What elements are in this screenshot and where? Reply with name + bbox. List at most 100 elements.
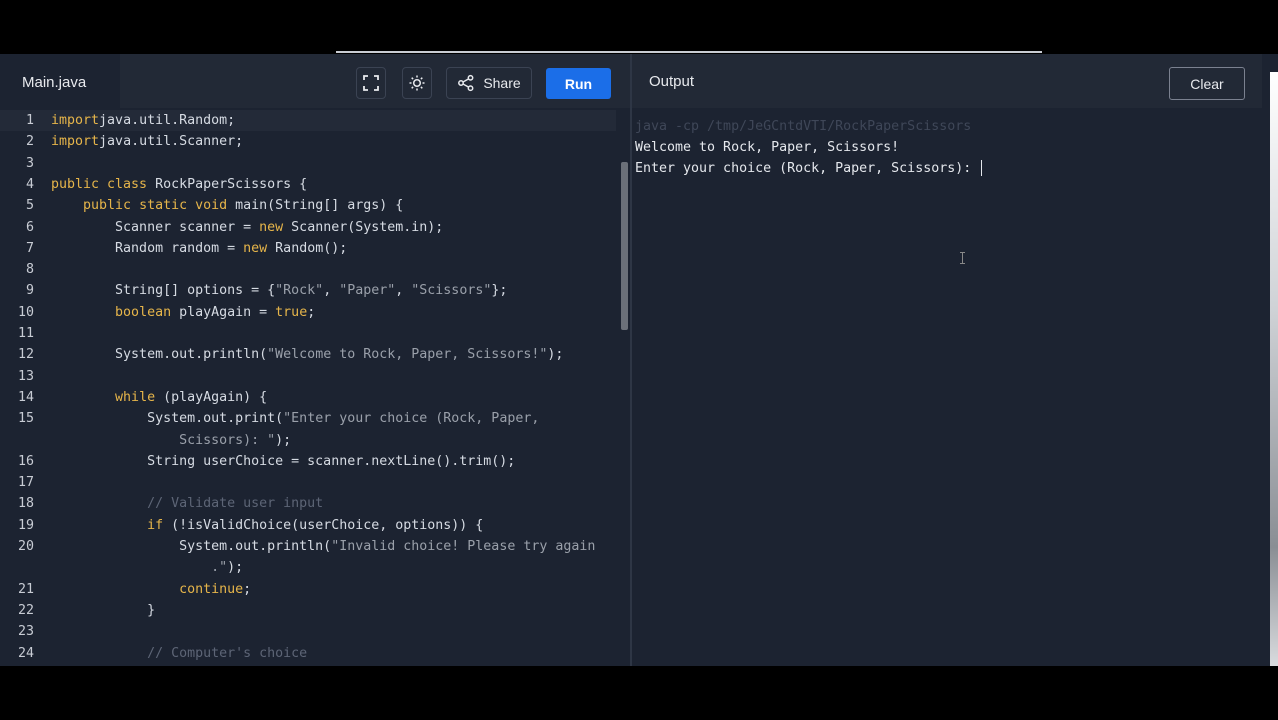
code-line[interactable]: 16 String userChoice = scanner.nextLine(… [0, 451, 616, 472]
keyword-token: public static void [83, 198, 228, 214]
share-button[interactable]: Share [446, 67, 532, 99]
line-number: 8 [25, 262, 34, 278]
code-text: continue; [51, 579, 251, 600]
code-line[interactable]: 20 System.out.println("Invalid choice! P… [0, 536, 616, 557]
keyword-token: new [243, 240, 268, 256]
code-text: System.out.print("Enter your choice (Roc… [51, 408, 539, 429]
code-line[interactable]: 7 Random random = new Random(); [0, 238, 616, 259]
text-caret [981, 160, 983, 176]
line-number: 14 [17, 389, 34, 405]
code-line[interactable]: 5 public static void main(String[] args)… [0, 195, 616, 216]
code-token: ; [307, 304, 316, 320]
code-line[interactable]: 1 importjava.util.Random; [0, 110, 616, 131]
keyword-token: continue [179, 581, 244, 597]
string-token: ." [51, 560, 228, 576]
code-text: } [51, 600, 155, 621]
theme-toggle-button[interactable] [402, 67, 432, 99]
code-text: Random random = new Random(); [51, 238, 347, 259]
clear-button[interactable]: Clear [1169, 67, 1245, 100]
code-line[interactable]: 9 String[] options = {"Rock", "Paper", "… [0, 280, 616, 301]
code-line[interactable]: 18 // Validate user input [0, 493, 616, 514]
keyword-token: public class [51, 176, 148, 192]
editor-scrollbar-thumb[interactable] [621, 162, 628, 330]
code-token: String userChoice = scanner.nextLine().t… [51, 453, 516, 469]
code-editor[interactable]: 1 importjava.util.Random; 2 importjava.util… [0, 108, 630, 666]
code-token: java.util.Scanner; [99, 134, 244, 150]
code-token: ; [243, 581, 252, 597]
code-line[interactable]: 11 [0, 323, 616, 344]
code-line[interactable]: 10 boolean playAgain = true; [0, 302, 616, 323]
output-text: Enter your choice (Rock, Paper, Scissors… [635, 161, 980, 176]
tab-main-java[interactable]: Main.java [0, 54, 120, 108]
code-line[interactable]: 15 System.out.print("Enter your choice (… [0, 408, 616, 429]
code-line[interactable]: 24 // Computer's choice [0, 643, 616, 664]
code-line[interactable]: 14 while (playAgain) { [0, 387, 616, 408]
line-number: 10 [17, 304, 34, 320]
code-line[interactable]: 8 [0, 259, 616, 280]
code-line[interactable]: 23 [0, 621, 616, 642]
code-text: public static void main(String[] args) { [51, 195, 403, 216]
code-line[interactable]: 19 if (!isValidChoice(userChoice, option… [0, 515, 616, 536]
line-number: 5 [25, 198, 34, 214]
code-line[interactable]: Scissors): "); [0, 430, 616, 451]
line-number: 15 [17, 411, 34, 427]
code-line[interactable]: 2 importjava.util.Scanner; [0, 131, 616, 152]
keyword-token: while [115, 389, 156, 405]
line-number: 17 [17, 475, 34, 491]
code-text: while (playAgain) { [51, 387, 267, 408]
top-black-bar [0, 0, 1278, 54]
editor-scrollbar[interactable] [620, 108, 629, 666]
line-number: 12 [17, 347, 34, 363]
fullscreen-button[interactable] [356, 67, 386, 99]
code-text: String userChoice = scanner.nextLine().t… [51, 451, 515, 472]
code-line[interactable]: 21 continue; [0, 579, 616, 600]
keyword-token: if [147, 517, 164, 533]
code-line[interactable]: 17 [0, 472, 616, 493]
string-token: "Paper" [339, 283, 396, 299]
code-token: System.out.print( [51, 411, 284, 427]
output-line: Welcome to Rock, Paper, Scissors! [635, 140, 900, 155]
code-token: }; [491, 283, 508, 299]
code-line[interactable]: 3 [0, 153, 616, 174]
line-number: 24 [17, 645, 34, 661]
output-title: Output [649, 73, 695, 90]
code-line[interactable]: 12 System.out.println("Welcome to Rock, … [0, 344, 616, 365]
code-token: Random random = [51, 240, 244, 256]
string-token: Scissors): " [51, 432, 276, 448]
compiler-app: Main.java Share Run 1 importjava.util.Ra… [0, 54, 1278, 666]
code-line[interactable]: 6 Scanner scanner = new Scanner(System.i… [0, 217, 616, 238]
keyword-token: boolean [115, 304, 172, 320]
code-text: public class RockPaperScissors { [51, 174, 307, 195]
string-token: "Scissors" [411, 283, 492, 299]
line-number: 18 [17, 496, 34, 512]
string-token: "Enter your choice (Rock, Paper, [283, 411, 540, 427]
code-token: main(String[] args) { [227, 198, 404, 214]
run-button[interactable]: Run [546, 68, 611, 99]
code-token: playAgain = [171, 304, 276, 320]
share-label: Share [483, 75, 521, 91]
code-line[interactable]: 22 } [0, 600, 616, 621]
code-line[interactable]: ."); [0, 557, 616, 578]
line-number: 2 [25, 134, 34, 150]
top-progress-line [336, 51, 1042, 53]
code-token: Random(); [267, 240, 348, 256]
keyword-token: new [259, 219, 284, 235]
code-text: Scissors): "); [51, 430, 291, 451]
code-token: (!isValidChoice(userChoice, options)) { [163, 517, 484, 533]
code-line[interactable]: 4 public class RockPaperScissors { [0, 174, 616, 195]
string-token: "Rock" [275, 283, 324, 299]
code-text: System.out.println("Invalid choice! Plea… [51, 536, 595, 557]
window-edge [1270, 72, 1278, 666]
keyword-token: import [51, 134, 100, 150]
code-text: System.out.println("Welcome to Rock, Pap… [51, 344, 563, 365]
code-text: ."); [51, 557, 243, 578]
output-console[interactable]: java -cp /tmp/JeGCntdVTI/RockPaperScisso… [632, 108, 1268, 666]
code-token: ); [227, 560, 244, 576]
line-number: 7 [25, 240, 34, 256]
line-number: 4 [25, 176, 34, 192]
output-toolbar: Output Clear [632, 54, 1262, 108]
code-line[interactable]: 13 [0, 366, 616, 387]
